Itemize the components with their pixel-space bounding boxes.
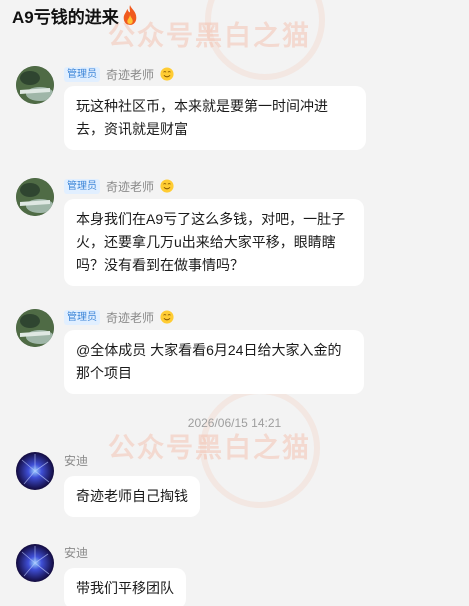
avatar[interactable] (16, 66, 54, 104)
message-timestamp: 2026/06/15 14:21 (187, 416, 282, 430)
smile-emoji-icon (160, 67, 174, 81)
watermark-ring (205, 0, 325, 80)
avatar[interactable] (16, 452, 54, 490)
watermark-text: 公众号黑白之猫 (108, 433, 311, 464)
message-bubble[interactable]: @全体成员 大家看看6月24日给大家入金的那个项目 (64, 330, 364, 394)
watermark-ring (200, 388, 320, 508)
message-bubble[interactable]: 本身我们在A9亏了这么多钱，对吧，一肚子火，还要拿几万u出来给大家平移，眼睛瞎吗… (64, 199, 364, 286)
message-bubble[interactable]: 带我们平移团队 (64, 568, 186, 606)
smile-emoji-icon (160, 179, 174, 193)
avatar-teacher-image (16, 309, 54, 347)
message-bubble[interactable]: 奇迹老师自己掏钱 (64, 476, 200, 517)
admin-badge: 管理员 (64, 309, 100, 325)
page-title: A9亏钱的进来 (12, 2, 139, 28)
avatar-andy-image (16, 544, 54, 582)
avatar[interactable] (16, 309, 54, 347)
sender-name[interactable]: 奇迹老师 (106, 66, 154, 83)
sender-name[interactable]: 安迪 (64, 544, 88, 561)
avatar-andy-image (16, 452, 54, 490)
page-title-text: A9亏钱的进来 (12, 7, 119, 27)
admin-badge: 管理员 (64, 178, 100, 194)
smile-emoji-icon (160, 310, 174, 324)
message-bubble[interactable]: 玩这种社区币，本来就是要第一时间冲进去，资讯就是财富 (64, 86, 366, 150)
fire-icon (123, 5, 137, 25)
avatar[interactable] (16, 544, 54, 582)
sender-name[interactable]: 安迪 (64, 452, 88, 469)
avatar[interactable] (16, 178, 54, 216)
avatar-teacher-image (16, 66, 54, 104)
avatar-teacher-image (16, 178, 54, 216)
sender-name[interactable]: 奇迹老师 (106, 178, 154, 195)
admin-badge: 管理员 (64, 66, 100, 82)
sender-name[interactable]: 奇迹老师 (106, 309, 154, 326)
